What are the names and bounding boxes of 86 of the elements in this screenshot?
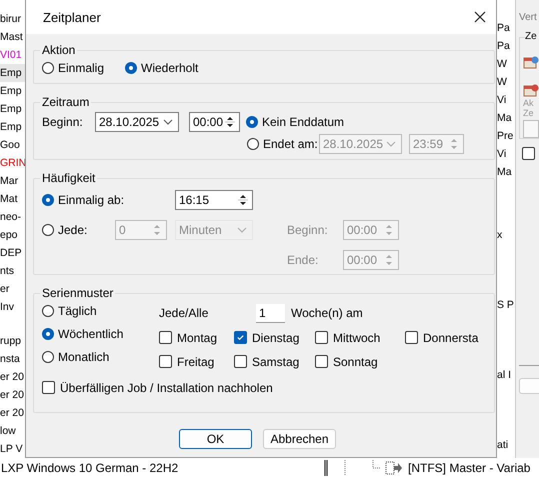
checkbox[interactable]: [522, 147, 535, 160]
list-item[interactable]: LXP Windows 10 German - 22H2: [0, 461, 321, 475]
list-item[interactable]: er 20: [0, 386, 25, 404]
field-label: Woche(n) am: [291, 306, 363, 320]
window-title: Vert: [519, 12, 538, 23]
date-dropdown[interactable]: 28.10.2025: [95, 112, 179, 132]
radio-button[interactable]: Monatlich: [42, 348, 159, 366]
list-item[interactable]: er 20: [0, 404, 25, 422]
field-label: Ze: [523, 108, 535, 118]
radio-button[interactable]: Endet am:: [247, 137, 319, 151]
group-label: Zeitraum: [41, 95, 90, 109]
list-item[interactable]: Emp: [0, 118, 25, 136]
field-label: Ak: [523, 98, 535, 108]
calendar-icon[interactable]: [523, 54, 539, 70]
list-item[interactable]: DEP: [0, 244, 25, 262]
list-item[interactable]: Mar: [0, 172, 25, 190]
checkbox[interactable]: Freitag: [159, 353, 234, 370]
chevron-down-icon: [163, 119, 173, 125]
radio-button[interactable]: Wöchentlich: [42, 325, 159, 343]
checkbox[interactable]: Sonntag: [315, 353, 405, 370]
time-spinner[interactable]: 16:15: [175, 190, 253, 210]
list-item[interactable]: Emp: [0, 100, 25, 118]
list-item[interactable]: Vi: [497, 145, 515, 163]
list-item[interactable]: W: [497, 55, 515, 73]
list-item[interactable]: Mast: [0, 28, 25, 46]
list-item[interactable]: ati: [497, 436, 515, 454]
field-label: Jede/Alle: [159, 306, 210, 320]
list-item[interactable]: Vi: [497, 91, 515, 109]
list-item[interactable]: Pre: [497, 127, 515, 145]
calendar-icon[interactable]: [523, 82, 539, 98]
list-item[interactable]: nts: [0, 262, 25, 280]
group-label: Serienmuster: [41, 286, 114, 300]
list-item[interactable]: Pa: [497, 19, 515, 37]
list-item[interactable]: Emp: [0, 82, 25, 100]
list-item[interactable]: Ma: [497, 163, 515, 181]
radio-button[interactable]: Jede:: [42, 223, 115, 237]
list-item[interactable]: Pa: [497, 37, 515, 55]
time-spinner[interactable]: 00:00: [189, 112, 240, 132]
checkbox[interactable]: Montag: [159, 329, 234, 346]
list-item[interactable]: VI01: [0, 46, 25, 64]
dialog-button[interactable]: OK: [179, 429, 252, 449]
list-item[interactable]: LP V: [0, 440, 25, 458]
window-title: Zeitplaner: [43, 10, 101, 24]
list-item[interactable]: al I: [497, 366, 515, 384]
dialog-button[interactable]: Abbrechen: [263, 429, 336, 449]
chevron-down-icon: [237, 227, 247, 233]
radio-button[interactable]: Täglich: [42, 302, 159, 320]
checkbox[interactable]: Überfälligen Job / Installation nachholen: [42, 379, 273, 396]
field-label: Ende:: [287, 253, 320, 267]
check-icon: [236, 333, 245, 342]
list-item[interactable]: birur: [0, 10, 25, 28]
chevron-down-icon: [386, 141, 396, 147]
list-item[interactable]: Inv: [0, 298, 25, 316]
checkbox[interactable]: Donnersta: [405, 329, 485, 346]
list-item[interactable]: low: [0, 422, 25, 440]
field-label: Beginn:: [287, 223, 329, 237]
list-item[interactable]: Goo: [0, 136, 25, 154]
radio-button[interactable]: Wiederholt: [125, 61, 198, 75]
radio-button[interactable]: Einmalig ab:: [42, 193, 175, 207]
close-icon[interactable]: [474, 11, 486, 23]
list-item[interactable]: er: [0, 280, 25, 298]
checkbox[interactable]: Mittwoch: [315, 329, 405, 346]
input-field[interactable]: [523, 120, 539, 138]
list-item[interactable]: x: [497, 226, 515, 244]
list-item[interactable]: S P: [497, 296, 515, 314]
checkbox[interactable]: Samstag: [234, 353, 315, 370]
list-item[interactable]: epo: [0, 226, 25, 244]
list-item[interactable]: W: [497, 73, 515, 91]
tree-item[interactable]: [NTFS] Master - Variab: [408, 461, 530, 475]
group-label: Aktion: [41, 43, 76, 57]
list-item[interactable]: rupp: [0, 332, 25, 350]
group-label: Ze: [525, 31, 539, 42]
radio-button[interactable]: Kein Enddatum: [246, 115, 344, 129]
field-label: Beginn:: [42, 115, 84, 129]
group-label: Häufigkeit: [41, 171, 96, 185]
list-item[interactable]: Emp: [0, 64, 25, 82]
document-arrow-icon: [385, 461, 403, 475]
radio-button[interactable]: Einmalig: [42, 61, 125, 75]
checkbox[interactable]: Dienstag: [234, 329, 315, 346]
list-item[interactable]: Mat: [0, 190, 25, 208]
tree-lines-icon: [323, 460, 383, 476]
list-item[interactable]: nsta: [0, 350, 25, 368]
list-item[interactable]: Ma: [497, 109, 515, 127]
number-field[interactable]: 1: [256, 304, 285, 322]
list-item[interactable]: er 20: [0, 368, 25, 386]
list-item[interactable]: neo-: [0, 208, 25, 226]
